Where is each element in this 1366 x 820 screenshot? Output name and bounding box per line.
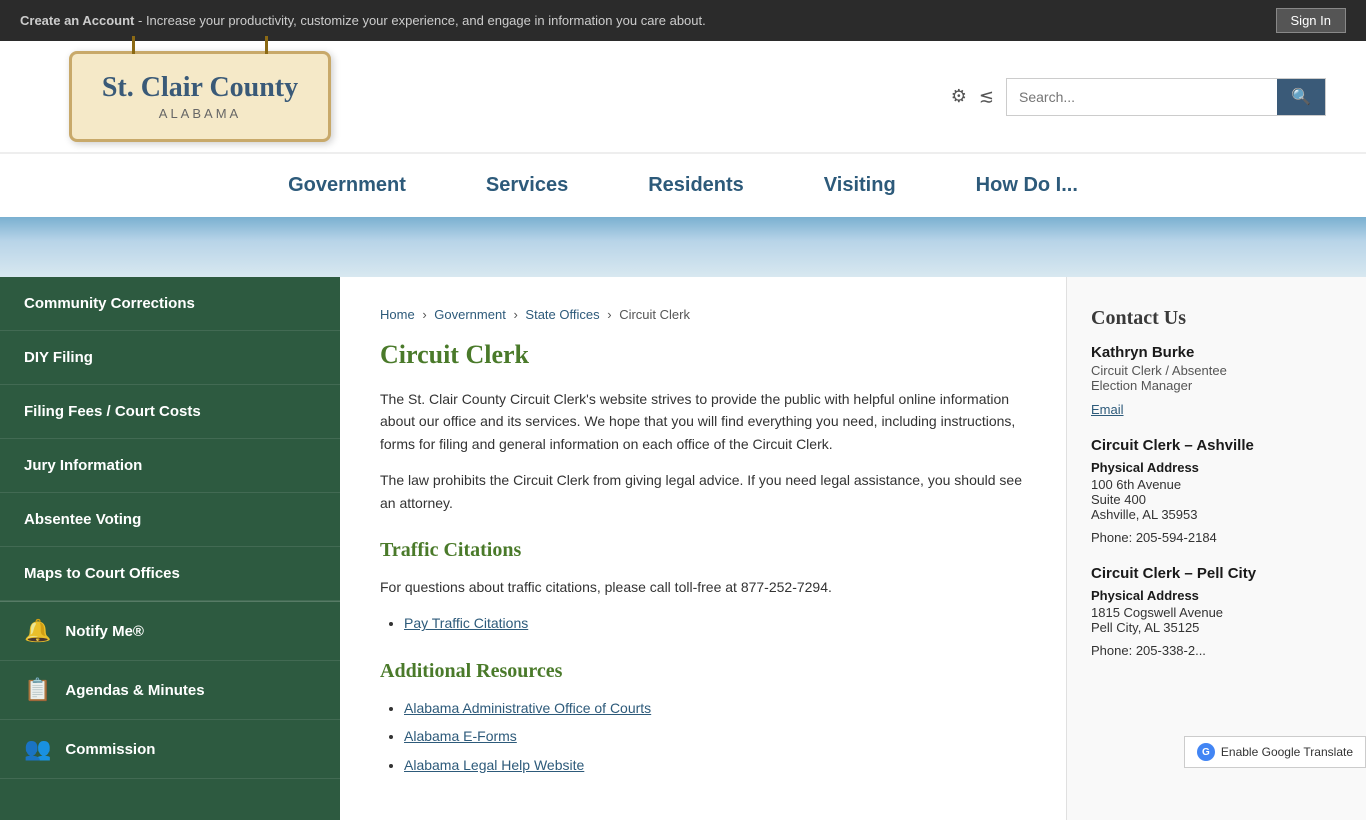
contact-email: Email [1091,401,1342,417]
agendas-icon: 📋 [24,677,51,703]
header: St. Clair County ALABAMA ⚙ ≲ 🔍 [0,41,1366,153]
page-layout: Community Corrections DIY Filing Filing … [0,277,1366,820]
breadcrumb-government[interactable]: Government [434,307,506,322]
google-g-icon: G [1197,743,1215,761]
traffic-paragraph: For questions about traffic citations, p… [380,576,1026,598]
main-nav: Government Services Residents Visiting H… [0,153,1366,217]
contact-title-1: Circuit Clerk / Absentee [1091,363,1227,378]
breadcrumb-sep-1: › [422,307,426,322]
traffic-section-title: Traffic Citations [380,534,1026,566]
breadcrumb-sep-2: › [513,307,517,322]
address-line-ashville-2: Suite 400 [1091,492,1342,507]
nav-how-do-i[interactable]: How Do I... [936,154,1118,217]
additional-link-item-3: Alabama Legal Help Website [404,754,1026,776]
contact-section-title: Contact Us [1091,307,1342,330]
commission-label: Commission [65,741,155,758]
search-button[interactable]: 🔍 [1277,79,1325,115]
sidebar-item-maps-to-court[interactable]: Maps to Court Offices [0,547,340,601]
content-body: The St. Clair County Circuit Clerk's web… [380,388,1026,776]
sidebar-item-notify-me[interactable]: 🔔 Notify Me® [0,602,340,661]
google-translate-widget[interactable]: G Enable Google Translate [1184,736,1366,768]
traffic-links-list: Pay Traffic Citations [404,612,1026,634]
contact-section: Contact Us Kathryn Burke Circuit Clerk /… [1091,307,1342,658]
office-block-ashville: Circuit Clerk – Ashville Physical Addres… [1091,437,1342,545]
intro-paragraph-2: The law prohibits the Circuit Clerk from… [380,469,1026,514]
additional-link-item-2: Alabama E-Forms [404,725,1026,747]
top-banner: Create an Account - Increase your produc… [0,0,1366,41]
logo-subtitle: ALABAMA [102,106,298,121]
address-label-ashville: Physical Address [1091,460,1342,475]
agendas-label: Agendas & Minutes [65,682,204,699]
contact-title: Circuit Clerk / Absentee Election Manage… [1091,363,1342,393]
sign-in-button[interactable]: Sign In [1276,8,1346,33]
address-line-pell-city-1: 1815 Cogswell Avenue [1091,605,1342,620]
banner-description: - Increase your productivity, customize … [134,13,705,28]
address-line-ashville-3: Ashville, AL 35953 [1091,507,1342,522]
sidebar: Community Corrections DIY Filing Filing … [0,277,340,820]
nav-services[interactable]: Services [446,154,608,217]
breadcrumb: Home › Government › State Offices › Circ… [380,307,1026,322]
address-label-pell-city: Physical Address [1091,588,1342,603]
traffic-link-item: Pay Traffic Citations [404,612,1026,634]
sidebar-item-community-corrections[interactable]: Community Corrections [0,277,340,331]
sidebar-item-absentee-voting[interactable]: Absentee Voting [0,493,340,547]
header-right: ⚙ ≲ 🔍 [951,78,1326,116]
additional-resources-list: Alabama Administrative Office of Courts … [404,697,1026,776]
header-icons: ⚙ ≲ 🔍 [951,78,1326,116]
sidebar-item-commission[interactable]: 👥 Commission [0,720,340,779]
nav-government[interactable]: Government [248,154,446,217]
address-line-pell-city-2: Pell City, AL 35125 [1091,620,1342,635]
nav-visiting[interactable]: Visiting [784,154,936,217]
phone-ashville: Phone: 205-594-2184 [1091,530,1342,545]
translate-label: Enable Google Translate [1221,745,1353,759]
office-name-ashville: Circuit Clerk – Ashville [1091,437,1342,454]
sidebar-item-filing-fees[interactable]: Filing Fees / Court Costs [0,385,340,439]
notify-icon: 🔔 [24,618,51,644]
logo-area: St. Clair County ALABAMA [40,51,360,142]
office-name-pell-city: Circuit Clerk – Pell City [1091,565,1342,582]
logo-sign[interactable]: St. Clair County ALABAMA [69,51,331,142]
contact-title-2: Election Manager [1091,378,1192,393]
intro-paragraph-1: The St. Clair County Circuit Clerk's web… [380,388,1026,455]
sidebar-item-agendas-minutes[interactable]: 📋 Agendas & Minutes [0,661,340,720]
page-title: Circuit Clerk [380,340,1026,370]
pay-traffic-citations-link[interactable]: Pay Traffic Citations [404,615,528,631]
logo-box: St. Clair County ALABAMA [40,51,360,142]
admin-office-courts-link[interactable]: Alabama Administrative Office of Courts [404,700,651,716]
office-block-pell-city: Circuit Clerk – Pell City Physical Addre… [1091,565,1342,658]
banner-text: Create an Account - Increase your produc… [20,13,706,28]
breadcrumb-sep-3: › [607,307,611,322]
breadcrumb-current: Circuit Clerk [619,307,690,322]
create-account-link[interactable]: Create an Account [20,13,134,28]
search-input[interactable] [1007,81,1277,113]
main-content: Home › Government › State Offices › Circ… [340,277,1066,820]
additional-link-item-1: Alabama Administrative Office of Courts [404,697,1026,719]
additional-section-title: Additional Resources [380,655,1026,687]
alabama-eforms-link[interactable]: Alabama E-Forms [404,728,517,744]
notify-me-label: Notify Me® [65,623,144,640]
alabama-legal-help-link[interactable]: Alabama Legal Help Website [404,757,584,773]
sidebar-item-diy-filing[interactable]: DIY Filing [0,331,340,385]
address-line-ashville-1: 100 6th Avenue [1091,477,1342,492]
sidebar-item-jury-information[interactable]: Jury Information [0,439,340,493]
commission-icon: 👥 [24,736,51,762]
contact-email-link[interactable]: Email [1091,402,1124,417]
phone-pell-city: Phone: 205-338-2... [1091,643,1342,658]
contact-name: Kathryn Burke [1091,344,1342,361]
nav-residents[interactable]: Residents [608,154,784,217]
hero-area [0,217,1366,277]
settings-icon[interactable]: ⚙ [951,86,967,107]
breadcrumb-state-offices[interactable]: State Offices [525,307,599,322]
logo-title: St. Clair County [102,72,298,104]
search-bar: 🔍 [1006,78,1326,116]
breadcrumb-home[interactable]: Home [380,307,415,322]
share-icon[interactable]: ≲ [979,86,994,107]
